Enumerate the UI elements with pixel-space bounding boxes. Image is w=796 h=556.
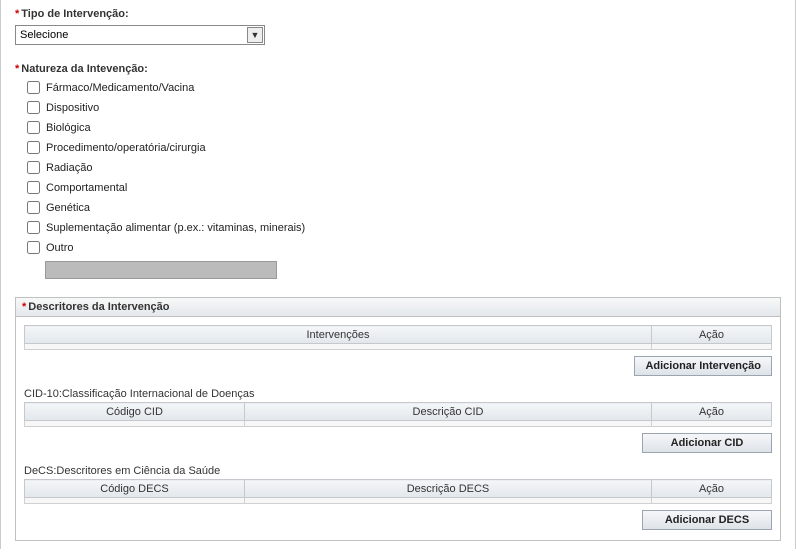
natureza-item: Genética xyxy=(27,201,781,214)
natureza-checkbox-4[interactable] xyxy=(27,161,40,174)
tipo-select-wrap: Selecione ▼ xyxy=(15,25,265,45)
natureza-label-text: Natureza da Intevenção: xyxy=(21,63,148,75)
natureza-option-label: Biológica xyxy=(46,122,91,134)
natureza-option-label: Fármaco/Medicamento/Vacina xyxy=(46,82,194,94)
natureza-checkbox-6[interactable] xyxy=(27,201,40,214)
cid-table: Código CID Descrição CID Ação xyxy=(24,402,772,427)
acao-col-header: Ação xyxy=(652,326,772,344)
tipo-select[interactable]: Selecione xyxy=(15,25,265,45)
descritores-panel: *Descritores da Intervenção Intervenções… xyxy=(15,297,781,541)
required-asterisk: * xyxy=(22,301,26,313)
natureza-item: Comportamental xyxy=(27,181,781,194)
acao-col-header: Ação xyxy=(652,480,772,498)
natureza-checkbox-list: Fármaco/Medicamento/Vacina Dispositivo B… xyxy=(27,81,781,254)
natureza-checkbox-3[interactable] xyxy=(27,141,40,154)
tipo-label: *Tipo de Intervenção: xyxy=(15,8,781,20)
descritores-panel-body: Intervenções Ação Adicionar Intervenção … xyxy=(16,317,780,540)
natureza-option-label: Procedimento/operatória/cirurgia xyxy=(46,142,206,154)
natureza-option-label: Suplementação alimentar (p.ex.: vitamina… xyxy=(46,222,305,234)
natureza-item: Fármaco/Medicamento/Vacina xyxy=(27,81,781,94)
table-row xyxy=(25,421,772,427)
form-container: *Tipo de Intervenção: Selecione ▼ *Natur… xyxy=(0,0,796,549)
natureza-checkbox-5[interactable] xyxy=(27,181,40,194)
decs-desc-header: Descrição DECS xyxy=(245,480,652,498)
decs-code-header: Código DECS xyxy=(25,480,245,498)
table-row xyxy=(25,498,772,504)
natureza-checkbox-8[interactable] xyxy=(27,241,40,254)
descritores-title: Descritores da Intervenção xyxy=(28,301,169,313)
intervencoes-col-header: Intervenções xyxy=(25,326,652,344)
cid-code-header: Código CID xyxy=(25,403,245,421)
descritores-panel-header: *Descritores da Intervenção xyxy=(16,298,780,317)
cid-button-row: Adicionar CID xyxy=(24,429,772,461)
natureza-item: Suplementação alimentar (p.ex.: vitamina… xyxy=(27,221,781,234)
decs-section-label: DeCS:Descritores em Ciência da Saúde xyxy=(24,465,772,477)
natureza-item: Procedimento/operatória/cirurgia xyxy=(27,141,781,154)
natureza-option-label: Dispositivo xyxy=(46,102,99,114)
natureza-checkbox-1[interactable] xyxy=(27,101,40,114)
decs-button-row: Adicionar DECS xyxy=(24,506,772,532)
natureza-label: *Natureza da Intevenção: xyxy=(15,63,781,75)
natureza-item: Dispositivo xyxy=(27,101,781,114)
natureza-item: Outro xyxy=(27,241,781,254)
natureza-option-label: Genética xyxy=(46,202,90,214)
natureza-option-label: Comportamental xyxy=(46,182,127,194)
decs-table: Código DECS Descrição DECS Ação xyxy=(24,479,772,504)
natureza-checkbox-7[interactable] xyxy=(27,221,40,234)
acao-col-header: Ação xyxy=(652,403,772,421)
adicionar-decs-button[interactable]: Adicionar DECS xyxy=(642,510,772,530)
natureza-item: Biológica xyxy=(27,121,781,134)
natureza-checkbox-0[interactable] xyxy=(27,81,40,94)
tipo-intervencao-group: *Tipo de Intervenção: Selecione ▼ xyxy=(15,8,781,45)
natureza-group: *Natureza da Intevenção: Fármaco/Medicam… xyxy=(15,63,781,279)
natureza-item: Radiação xyxy=(27,161,781,174)
tipo-label-text: Tipo de Intervenção: xyxy=(21,8,128,20)
adicionar-cid-button[interactable]: Adicionar CID xyxy=(642,433,772,453)
cid-desc-header: Descrição CID xyxy=(245,403,652,421)
table-row xyxy=(25,344,772,350)
intervencoes-button-row: Adicionar Intervenção xyxy=(24,352,772,384)
outro-text-input xyxy=(45,261,277,279)
required-asterisk: * xyxy=(15,8,19,20)
cid-section-label: CID-10:Classificação Internacional de Do… xyxy=(24,388,772,400)
required-asterisk: * xyxy=(15,63,19,75)
natureza-option-label: Radiação xyxy=(46,162,92,174)
intervencoes-table: Intervenções Ação xyxy=(24,325,772,350)
natureza-option-label: Outro xyxy=(46,242,74,254)
natureza-checkbox-2[interactable] xyxy=(27,121,40,134)
adicionar-intervencao-button[interactable]: Adicionar Intervenção xyxy=(634,356,772,376)
